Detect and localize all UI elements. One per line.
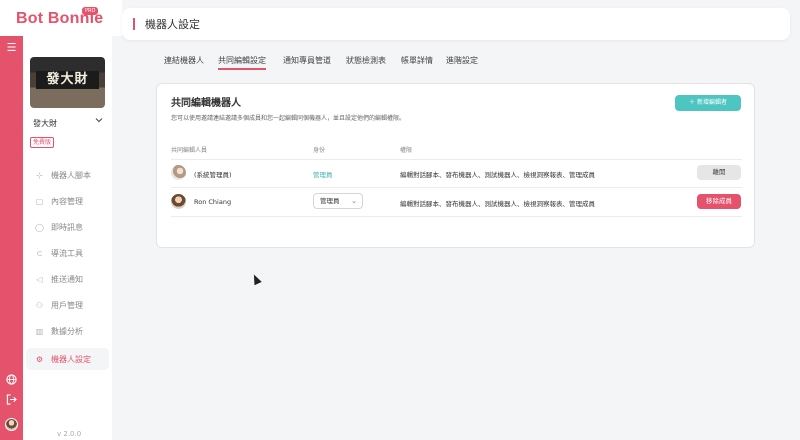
store-name[interactable]: 發大財: [33, 118, 57, 129]
tab-status-check[interactable]: 狀態檢測表: [346, 51, 386, 70]
sidebar-item-label: 機器人腳本: [51, 170, 91, 180]
role-select-value: 管理員: [320, 197, 340, 205]
co-editors-card: 共同編輯機器人 您可以使用邀請連結邀請多個成員和您一起編輯同個機器人，並且設定他…: [156, 83, 755, 248]
remove-member-button[interactable]: 移除成員: [697, 194, 741, 209]
logout-icon[interactable]: [3, 394, 20, 410]
megaphone-icon: ◁: [36, 274, 43, 284]
globe-icon[interactable]: [3, 374, 20, 390]
role-select[interactable]: 管理員 ⌄: [313, 193, 363, 209]
magnet-icon: ⊂: [36, 248, 43, 258]
sidebar-item-label: 即時訊息: [51, 222, 83, 232]
chevron-down-icon[interactable]: [95, 116, 103, 125]
column-header-role: 身份: [313, 147, 326, 154]
tab-billing[interactable]: 帳單詳情: [401, 51, 433, 70]
sidebar-item-users[interactable]: ⚇ 用戶管理: [26, 294, 109, 316]
sidebar-item-broadcast[interactable]: ◁ 推送通知: [26, 268, 109, 290]
sidebar-item-analytics[interactable]: ▥ 數據分析: [26, 320, 109, 342]
sidebar-item-label: 推送通知: [51, 274, 83, 284]
card-description: 您可以使用邀請連結邀請多個成員和您一起編輯同個機器人，並且設定他們的編輯權限。: [171, 115, 406, 122]
add-editor-button[interactable]: ＋ 新增編輯者: [675, 95, 741, 111]
sidebar-item-label: 數據分析: [51, 326, 83, 336]
version-label: v 2.0.0: [57, 430, 82, 438]
tab-co-edit-settings[interactable]: 共同編輯設定: [218, 51, 266, 70]
chat-icon: ◯: [35, 222, 44, 232]
tab-notification-channels[interactable]: 通知專員管道: [283, 51, 331, 70]
script-icon: ⊹: [36, 170, 43, 180]
role-label: 管理員: [313, 171, 333, 179]
sidebar-item-label: 內容管理: [51, 196, 83, 206]
left-rail: ☰: [0, 36, 23, 440]
chart-icon: ▥: [35, 326, 44, 336]
sidebar: 發大財 發大財 免費版 ⊹ 機器人腳本 ▢ 內容管理 ◯ 即時訊息 ⊂ 導流工具…: [23, 36, 112, 440]
user-avatar[interactable]: [5, 418, 18, 431]
sidebar-item-label: 導流工具: [51, 248, 83, 258]
store-sign: 發大財: [36, 71, 99, 89]
menu-icon[interactable]: ☰: [3, 40, 20, 56]
logo-badge: PRO: [82, 7, 99, 15]
leave-button[interactable]: 離開: [697, 165, 741, 180]
store-image: 發大財: [30, 57, 105, 108]
divider: [171, 159, 742, 160]
sidebar-item-label: 機器人設定: [51, 354, 91, 364]
permission-text: 編輯對話腳本、發布機器人、測試機器人、檢視洞察報表、管理成員: [400, 200, 595, 208]
logo[interactable]: Bot Bonnie PRO: [0, 0, 122, 36]
permission-text: 編輯對話腳本、發布機器人、測試機器人、檢視洞察報表、管理成員: [400, 171, 595, 179]
sidebar-item-content[interactable]: ▢ 內容管理: [26, 190, 109, 212]
avatar: [171, 194, 186, 209]
page-header: 機器人設定: [122, 8, 790, 40]
chevron-down-icon: ⌄: [351, 197, 357, 205]
sidebar-item-scripts[interactable]: ⊹ 機器人腳本: [26, 164, 109, 186]
settings-tabs: 連結機器人 共同編輯設定 通知專員管道 狀態檢測表 帳單詳情 進階設定: [155, 51, 755, 71]
divider: [171, 216, 742, 217]
sidebar-item-chat[interactable]: ◯ 即時訊息: [26, 216, 109, 238]
page-title: 機器人設定: [145, 18, 200, 31]
member-name: (系統管理員): [194, 171, 232, 179]
sidebar-item-growth[interactable]: ⊂ 導流工具: [26, 242, 109, 264]
avatar: [171, 165, 186, 180]
card-title: 共同編輯機器人: [171, 98, 241, 109]
divider: [171, 187, 742, 188]
column-header-member: 共同編輯人員: [171, 147, 208, 154]
tab-connect-bot[interactable]: 連結機器人: [164, 51, 204, 70]
header-accent-bar: [133, 18, 135, 30]
member-name: Ron Chiang: [194, 198, 232, 206]
tab-advanced-settings[interactable]: 進階設定: [446, 51, 478, 70]
sidebar-item-label: 用戶管理: [51, 300, 83, 310]
mouse-cursor-icon: [250, 272, 262, 286]
content-icon: ▢: [35, 196, 44, 206]
gear-icon: ⚙: [35, 354, 44, 364]
column-header-permission: 權限: [400, 147, 413, 154]
plan-badge: 免費版: [30, 137, 55, 148]
sidebar-item-settings[interactable]: ⚙ 機器人設定: [26, 348, 109, 370]
users-icon: ⚇: [35, 300, 44, 310]
